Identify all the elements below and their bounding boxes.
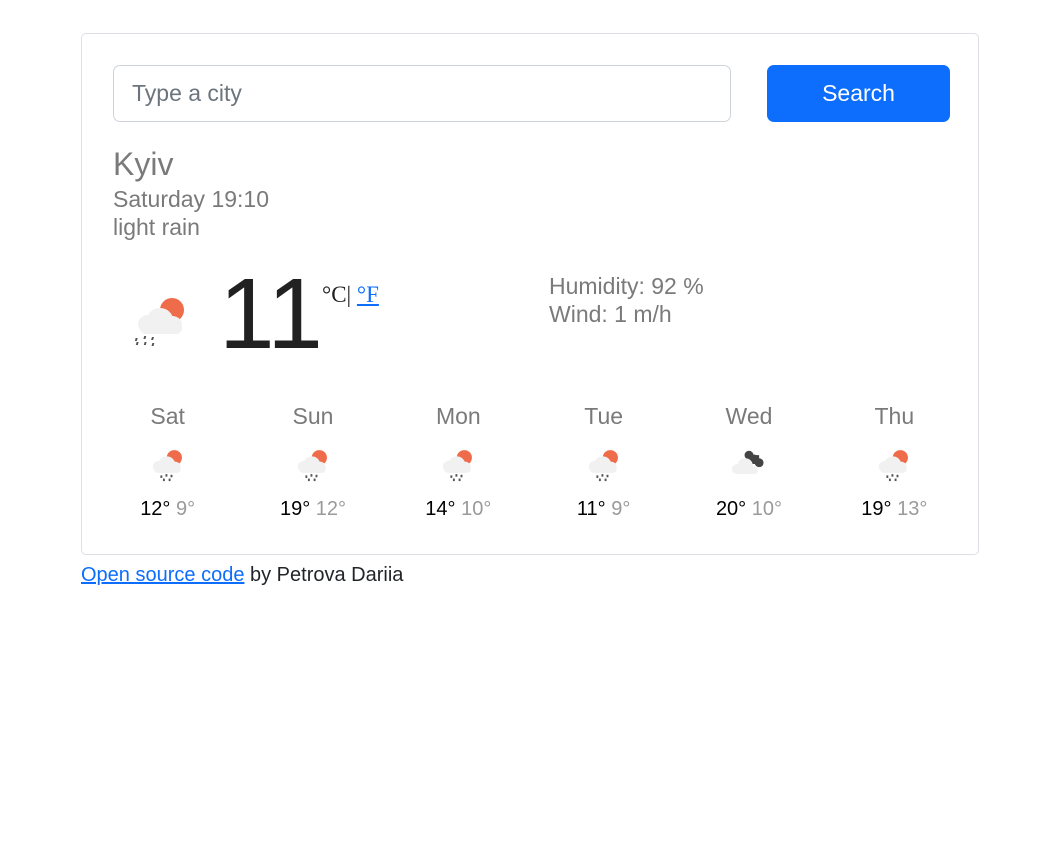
forecast-temps: 12° 9°: [95, 498, 240, 521]
forecast-min: 9°: [611, 498, 631, 520]
city-search-input[interactable]: [113, 65, 731, 122]
rain-sun-icon: [134, 298, 184, 346]
forecast-day: Sat 12° 9°: [95, 402, 240, 521]
current-datetime: Saturday 19:10: [113, 186, 270, 212]
rain-sun-icon: [588, 450, 618, 482]
forecast-max: 11°: [576, 498, 606, 520]
fahrenheit-link[interactable]: °F: [357, 282, 379, 307]
rain-sun-icon: [443, 450, 473, 482]
forecast-temps: 20° 10°: [676, 498, 821, 521]
forecast-temps: 19° 13°: [822, 498, 967, 521]
weather-description: light rain: [113, 214, 200, 240]
weather-card: Search Kyiv Saturday 19:10 light rain 11…: [81, 33, 979, 555]
unit-separator: |: [346, 282, 352, 307]
city-name: Kyiv: [113, 146, 174, 182]
humidity: Humidity: 92 %: [549, 273, 704, 299]
forecast-min: 10°: [461, 498, 492, 520]
forecast-day-name: Wed: [725, 403, 773, 429]
broken-clouds-icon: [731, 450, 764, 475]
footer: Open source code by Petrova Dariia: [81, 564, 403, 587]
forecast-day: Sun 19° 12°: [240, 402, 385, 521]
forecast-min: 12°: [315, 498, 347, 520]
forecast-min: 9°: [176, 498, 196, 520]
unit-toggle: °C| °F: [322, 282, 379, 308]
forecast-max: 20°: [715, 498, 747, 520]
forecast-temps: 11° 9°: [531, 498, 676, 521]
forecast-max: 19°: [861, 498, 892, 520]
rain-sun-icon: [152, 450, 182, 482]
forecast-day: Mon 14° 10°: [386, 402, 531, 521]
forecast-min: 13°: [897, 498, 928, 520]
forecast-min: 10°: [751, 498, 782, 520]
author-credit: by Petrova Dariia: [244, 564, 404, 586]
open-source-link[interactable]: Open source code: [81, 564, 244, 586]
forecast-max: 14°: [425, 498, 456, 520]
forecast-max: 12°: [140, 498, 171, 520]
forecast-day: Wed 20° 10°: [676, 402, 821, 521]
forecast-day-name: Tue: [584, 403, 624, 429]
forecast-max: 19°: [279, 498, 311, 520]
wind: Wind: 1 m/h: [549, 301, 672, 327]
celsius-unit: °C: [322, 282, 347, 307]
forecast-day: Tue 11° 9°: [531, 402, 676, 521]
forecast-day: Thu 19° 13°: [822, 402, 967, 521]
forecast-day-name: Thu: [874, 403, 915, 429]
search-button[interactable]: Search: [767, 65, 950, 122]
forecast-temps: 19° 12°: [240, 498, 385, 521]
forecast-day-name: Sat: [150, 403, 185, 429]
forecast-day-name: Sun: [292, 403, 334, 429]
forecast-day-name: Mon: [435, 403, 481, 429]
current-temperature: 11: [219, 258, 323, 370]
forecast: Sat 12° 9° Sun 19° 12° Mon 14° 10° Tue 1…: [95, 402, 967, 521]
rain-sun-icon: [879, 450, 909, 482]
rain-sun-icon: [297, 450, 327, 482]
forecast-temps: 14° 10°: [386, 498, 531, 521]
